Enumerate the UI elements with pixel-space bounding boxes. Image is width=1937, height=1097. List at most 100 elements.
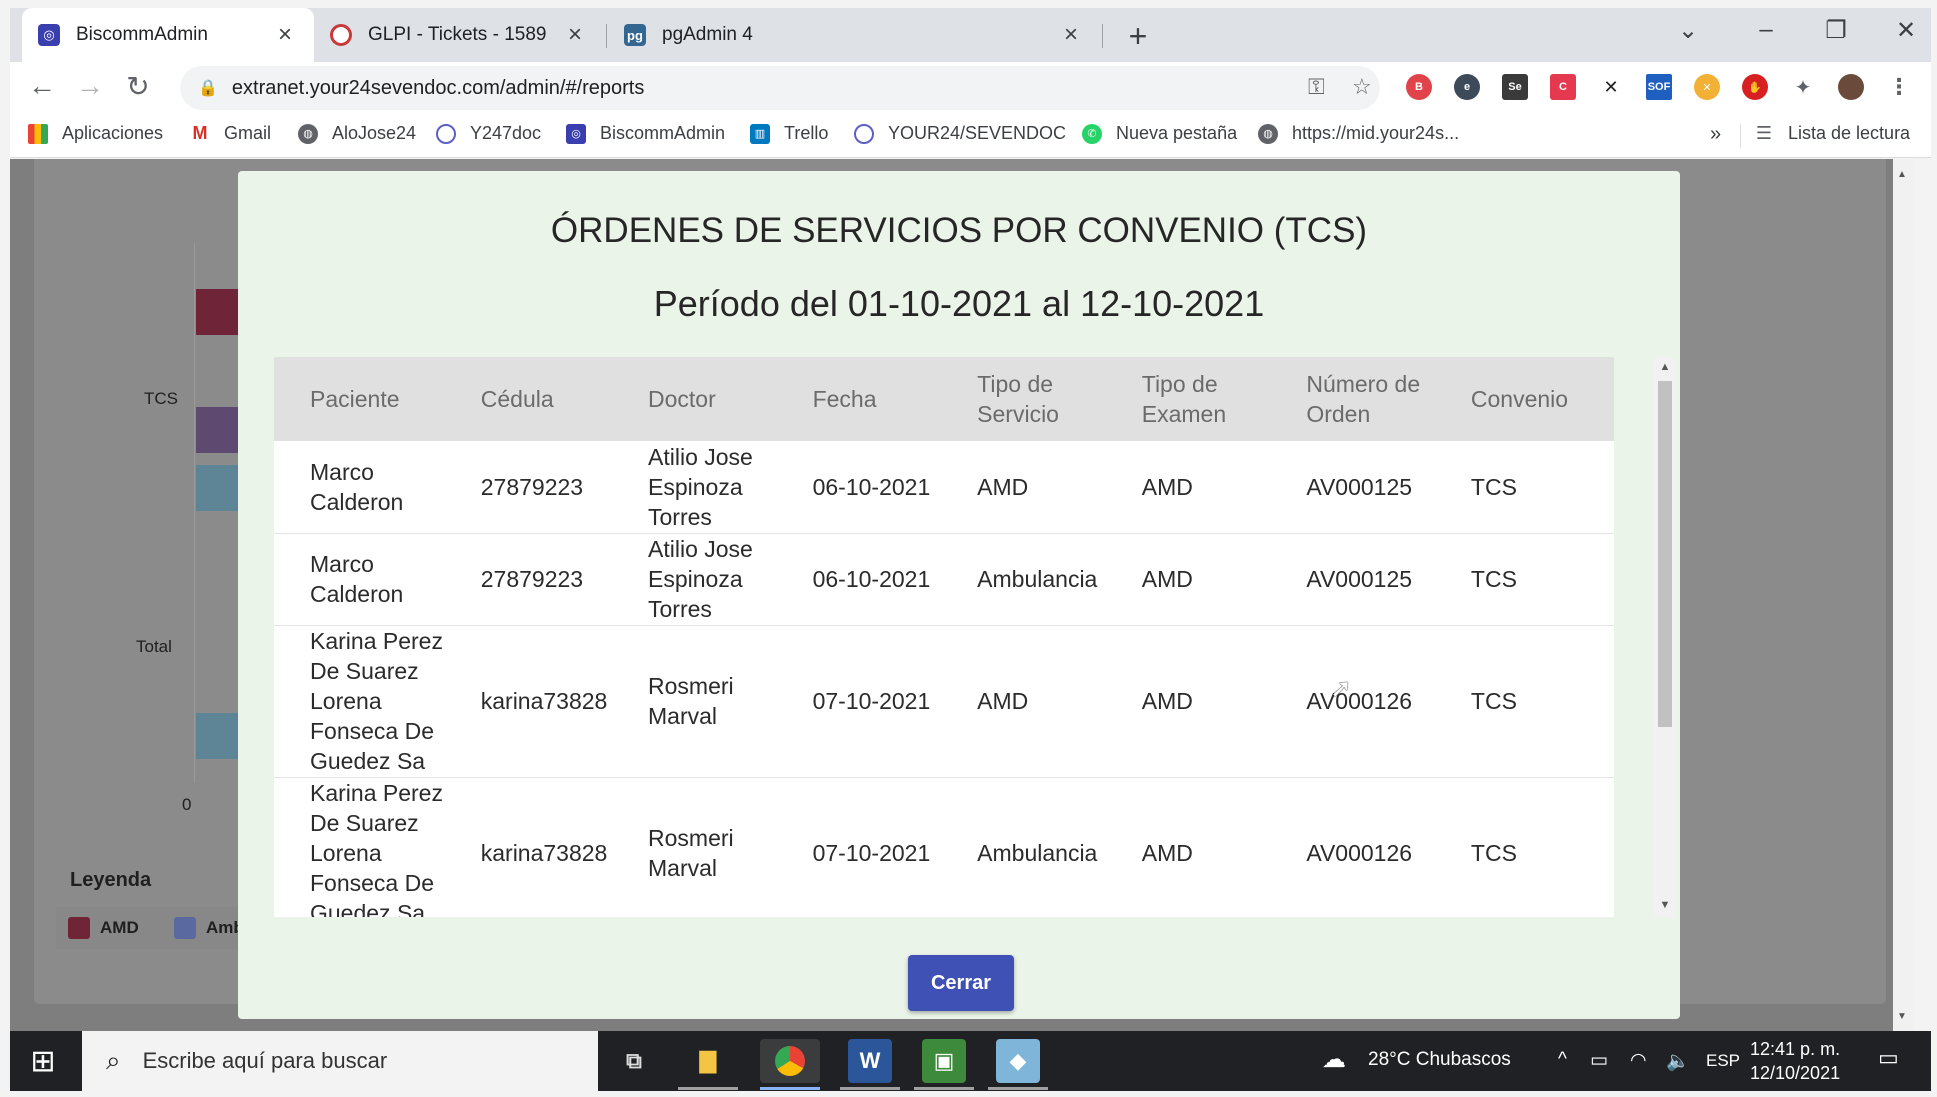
- mouse-cursor-icon: ➚: [1330, 673, 1352, 703]
- column-header[interactable]: Fecha: [776, 357, 942, 441]
- bookmark-your24sevendoc[interactable]: YOUR24/SEVENDOC: [854, 123, 1066, 144]
- volume-icon[interactable]: 🔈: [1666, 1049, 1690, 1073]
- bookmark-biscommadmin[interactable]: ◎ BiscommAdmin: [566, 123, 725, 144]
- taskbar-clock[interactable]: 12:41 p. m. 12/10/2021: [1750, 1037, 1840, 1085]
- chrome-taskbar-icon[interactable]: [760, 1039, 820, 1083]
- extension-icon[interactable]: e: [1454, 74, 1480, 100]
- input-language[interactable]: ESP: [1706, 1051, 1740, 1071]
- report-modal: ÓRDENES DE SERVICIOS POR CONVENIO (TCS) …: [238, 171, 1680, 1019]
- show-hidden-icons-chevron[interactable]: ^: [1558, 1049, 1567, 1071]
- clock-time: 12:41 p. m.: [1750, 1039, 1841, 1059]
- pgadmin-favicon-icon: pg: [624, 24, 646, 46]
- table-row: Karina Perez De Suarez Lorena Fonseca De…: [274, 777, 1614, 917]
- tab-pgadmin[interactable]: pg pgAdmin 4 ×: [608, 8, 1100, 62]
- word-taskbar-icon[interactable]: W: [848, 1039, 892, 1083]
- column-header[interactable]: Cédula: [444, 357, 613, 441]
- bookmark-mid-your24s[interactable]: ◍ https://mid.your24s...: [1258, 123, 1459, 144]
- tab-close-icon[interactable]: ×: [1058, 21, 1084, 49]
- table-scrollbar[interactable]: ▲ ▼: [1654, 357, 1676, 917]
- bookmark-star-icon[interactable]: ☆: [1352, 74, 1372, 100]
- reading-list-button[interactable]: ☰ Lista de lectura: [1754, 123, 1910, 144]
- scroll-up-icon[interactable]: ▲: [1897, 169, 1907, 180]
- close-window-icon[interactable]: ✕: [1886, 16, 1926, 45]
- column-header[interactable]: Paciente: [274, 357, 445, 441]
- extension-icon[interactable]: B: [1406, 74, 1432, 100]
- notepad-taskbar-icon[interactable]: ◆: [996, 1039, 1040, 1083]
- table-cell: TCS: [1434, 777, 1614, 917]
- bookmark-trello[interactable]: ▥ Trello: [750, 123, 828, 144]
- table-cell: Marco Calderon: [274, 441, 445, 534]
- tab-close-icon[interactable]: ×: [562, 21, 588, 49]
- weather-cloud-icon[interactable]: ☁: [1322, 1045, 1346, 1074]
- table-cell: karina73828: [444, 777, 613, 917]
- profile-avatar[interactable]: [1838, 74, 1864, 100]
- sof-extension-icon[interactable]: SOF: [1646, 74, 1672, 100]
- lock-icon: 🔒: [198, 80, 218, 97]
- scroll-down-icon[interactable]: ▼: [1654, 899, 1676, 911]
- extension-icon[interactable]: ✕: [1694, 74, 1720, 100]
- extension-icon[interactable]: ✕: [1598, 74, 1624, 100]
- windows-start-icon[interactable]: ⊞: [10, 1031, 76, 1091]
- task-view-icon[interactable]: ⧉: [612, 1039, 656, 1083]
- bookmark-y247doc[interactable]: Y247doc: [436, 123, 541, 144]
- photos-taskbar-icon[interactable]: ▣: [922, 1039, 966, 1083]
- column-header[interactable]: Convenio: [1434, 357, 1614, 441]
- restore-icon[interactable]: ❐: [1816, 16, 1856, 45]
- legend: AMD Ambu: [56, 907, 256, 949]
- page-scrollbar[interactable]: ▲ ▼: [1893, 159, 1913, 1031]
- column-header[interactable]: Doctor: [612, 357, 777, 441]
- column-header[interactable]: Tipo de Servicio: [941, 357, 1106, 441]
- trello-icon: ▥: [750, 123, 770, 144]
- bookmark-apps[interactable]: Aplicaciones: [28, 123, 163, 144]
- table-cell: TCS: [1434, 441, 1614, 534]
- overflow-label: »: [1710, 123, 1722, 145]
- adblock-extension-icon[interactable]: ✋: [1742, 74, 1768, 100]
- tab-biscommadmin[interactable]: ◎ BiscommAdmin ×: [22, 8, 314, 62]
- table-cell: 27879223: [444, 533, 613, 626]
- selenium-extension-icon[interactable]: Se: [1502, 74, 1528, 100]
- bookmark-gmail[interactable]: M Gmail: [190, 123, 271, 144]
- url-text[interactable]: extranet.your24sevendoc.com/admin/#/repo…: [232, 77, 644, 100]
- scroll-down-icon[interactable]: ▼: [1897, 1011, 1907, 1022]
- taskbar-search-input[interactable]: ⌕ Escribe aquí para buscar: [82, 1031, 598, 1091]
- tab-glpi[interactable]: GLPI - Tickets - 1589 ×: [314, 8, 604, 62]
- orders-table-container[interactable]: Paciente Cédula Doctor Fecha Tipo de Ser…: [274, 357, 1614, 917]
- weather-text[interactable]: 28°C Chubascos: [1368, 1049, 1511, 1071]
- column-header[interactable]: Número de Orden: [1270, 357, 1435, 441]
- modal-period: Período del 01-10-2021 al 12-10-2021: [653, 283, 1265, 324]
- forward-arrow-icon[interactable]: →: [72, 70, 108, 102]
- windows-taskbar: ⊞ ⌕ Escribe aquí para buscar ⧉ ▇ W ▣ ◆ ☁…: [10, 1031, 1931, 1091]
- table-cell: Marco Calderon: [274, 533, 445, 626]
- table-cell: Rosmeri Marval: [612, 777, 777, 917]
- menu-kebab-icon[interactable]: ⋮: [1886, 74, 1912, 100]
- bookmarks-overflow-chevron[interactable]: »: [1710, 123, 1721, 146]
- minimize-icon[interactable]: –: [1746, 16, 1786, 44]
- reload-icon[interactable]: ↻: [120, 70, 156, 103]
- new-tab-icon[interactable]: +: [1120, 18, 1156, 55]
- table-row: Marco Calderon 27879223 Atilio Jose Espi…: [274, 533, 1614, 626]
- battery-icon[interactable]: ▭: [1590, 1049, 1608, 1072]
- search-icon: ⌕: [106, 1045, 121, 1075]
- bookmark-nueva-pestana[interactable]: ✆ Nueva pestaña: [1082, 123, 1237, 144]
- globe-icon: ◍: [1258, 123, 1278, 144]
- scroll-up-icon[interactable]: ▲: [1654, 361, 1676, 373]
- extension-icon[interactable]: C: [1550, 74, 1576, 100]
- address-bar[interactable]: 🔒 extranet.your24sevendoc.com/admin/#/re…: [180, 66, 1380, 110]
- tab-search-chevron-icon[interactable]: ⌄: [1668, 16, 1708, 45]
- bookmark-alojose24[interactable]: ◍ AloJose24: [298, 123, 416, 144]
- legend-swatch: [174, 917, 196, 939]
- table-cell: 07-10-2021: [776, 777, 942, 917]
- file-explorer-icon[interactable]: ▇: [686, 1039, 730, 1083]
- tab-close-icon[interactable]: ×: [272, 21, 298, 49]
- key-icon[interactable]: ⚿: [1308, 74, 1325, 100]
- extensions-puzzle-icon[interactable]: ✦: [1790, 74, 1816, 100]
- close-button[interactable]: Cerrar: [908, 955, 1014, 1011]
- scrollbar-thumb[interactable]: [1658, 381, 1672, 727]
- notification-center-icon[interactable]: ▭: [1878, 1045, 1899, 1071]
- column-header[interactable]: Tipo de Examen: [1105, 357, 1271, 441]
- back-arrow-icon[interactable]: ←: [24, 70, 60, 102]
- table-cell: AMD: [941, 441, 1106, 534]
- table-cell: Rosmeri Marval: [612, 625, 777, 778]
- wifi-icon[interactable]: ◠: [1630, 1049, 1647, 1072]
- bookmarks-bar: Aplicaciones M Gmail ◍ AloJose24 Y247doc…: [10, 114, 1931, 158]
